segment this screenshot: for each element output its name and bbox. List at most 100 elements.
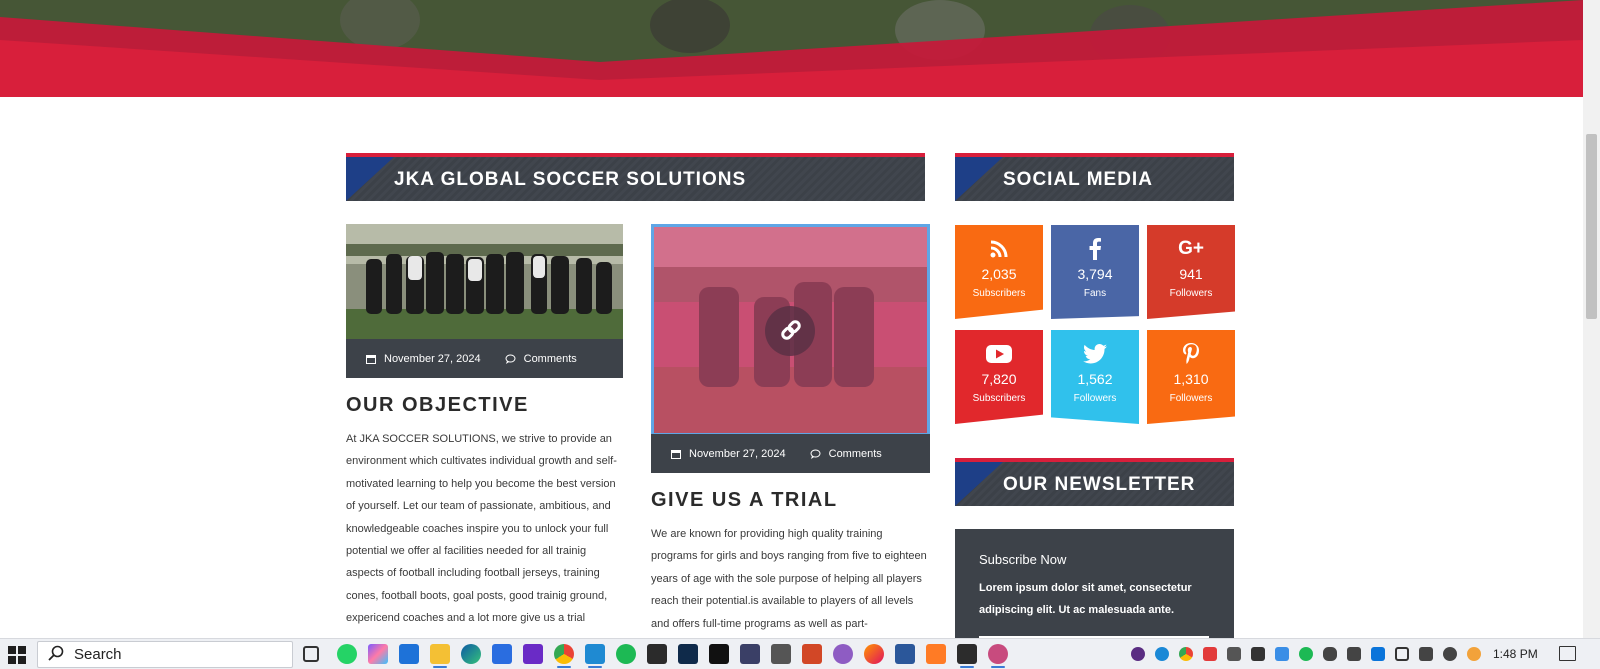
hero-banner [0, 0, 1583, 97]
scrollbar-thumb[interactable] [1586, 134, 1597, 319]
social-label: Followers [1073, 393, 1117, 404]
post-date[interactable]: November 27, 2024 [384, 353, 481, 365]
tray-chrome-icon[interactable] [1179, 647, 1193, 661]
recording-app-icon[interactable] [988, 644, 1008, 668]
post-comments-link[interactable]: Comments [524, 353, 577, 365]
page-scrollbar[interactable] [1583, 0, 1600, 638]
pen-app-icon[interactable] [957, 644, 977, 668]
main-section-header: JKA GLOBAL SOCCER SOLUTIONS [346, 153, 925, 201]
pinterest-icon [1147, 342, 1235, 366]
firefox-icon[interactable] [864, 644, 884, 664]
social-media-header: SOCIAL MEDIA [955, 153, 1234, 201]
tray-phone-icon[interactable] [1347, 647, 1361, 661]
chrome-icon[interactable] [554, 644, 574, 668]
newsletter-header: OUR NEWSLETTER [955, 458, 1234, 506]
media-icon[interactable] [771, 644, 791, 664]
social-count: 2,035 [981, 266, 1017, 282]
netflix-icon[interactable] [709, 644, 729, 664]
store-icon[interactable] [492, 644, 512, 664]
twitter-icon [1051, 342, 1139, 366]
comment-icon [810, 449, 821, 459]
social-count: 1,562 [1077, 371, 1113, 387]
newsletter-text: Lorem ipsum dolor sit amet, consectetur … [979, 582, 1192, 616]
github-icon[interactable] [833, 644, 853, 664]
post-image-1[interactable] [346, 224, 623, 343]
header-accent-triangle [955, 462, 1003, 506]
spotify-icon[interactable] [616, 644, 636, 664]
social-count: 3,794 [1077, 266, 1113, 282]
notification-center-icon[interactable] [1559, 646, 1576, 661]
main-section-title: JKA GLOBAL SOCCER SOLUTIONS [394, 169, 747, 190]
header-accent-triangle [346, 157, 394, 201]
team-huddle-photo [346, 224, 623, 343]
taskbar-clock[interactable]: 1:48 PM [1493, 647, 1538, 661]
file-explorer-icon[interactable] [430, 644, 450, 668]
post-meta-2: November 27, 2024 Comments [651, 434, 930, 473]
newsletter-subtitle: Subscribe Now [979, 552, 1067, 567]
search-placeholder: Search [74, 646, 122, 663]
youtube-icon [955, 342, 1043, 366]
word-icon[interactable] [895, 644, 915, 664]
hero-graphic [0, 0, 1583, 97]
post-image-2[interactable] [651, 224, 930, 436]
social-count: 1,310 [1173, 371, 1209, 387]
social-tile-youtube[interactable]: 7,820 Subscribers [955, 330, 1043, 424]
volume-icon[interactable] [1419, 647, 1433, 661]
task-view-icon[interactable] [303, 646, 319, 662]
language-icon[interactable] [1443, 647, 1457, 661]
tray-app-icon[interactable] [1131, 647, 1145, 661]
newsletter-title: OUR NEWSLETTER [1003, 474, 1196, 495]
mail-icon[interactable] [399, 644, 419, 664]
sublime-icon[interactable] [926, 644, 946, 664]
copilot-icon[interactable] [368, 644, 388, 664]
weather-icon[interactable] [1467, 647, 1481, 661]
vscode-icon[interactable] [585, 644, 605, 668]
header-accent-triangle [955, 157, 1003, 201]
photoshop-icon[interactable] [678, 644, 698, 664]
taskbar-search-box[interactable]: Search [37, 641, 293, 668]
social-tile-rss[interactable]: 2,035 Subscribers [955, 225, 1043, 319]
tray-shield-icon[interactable] [1251, 647, 1265, 661]
search-icon [48, 645, 74, 665]
social-label: Subscribers [972, 288, 1026, 299]
tray-cloud-icon[interactable] [1323, 647, 1337, 661]
social-label: Followers [1169, 393, 1213, 404]
social-tile-facebook[interactable]: 3,794 Fans [1051, 225, 1139, 319]
tray-chart-icon[interactable] [1203, 647, 1217, 661]
post-body-1: At JKA SOCCER SOLUTIONS, we strive to pr… [346, 433, 617, 625]
whatsapp-icon[interactable] [337, 644, 357, 664]
edge-icon[interactable] [461, 644, 481, 664]
powerpoint-icon[interactable] [802, 644, 822, 664]
terminal-icon[interactable] [647, 644, 667, 664]
post-date[interactable]: November 27, 2024 [689, 448, 786, 460]
game-icon[interactable] [740, 644, 760, 664]
facebook-icon [1051, 237, 1139, 261]
post-comments-link[interactable]: Comments [829, 448, 882, 460]
social-label: Followers [1169, 288, 1213, 299]
tray-bluetooth-icon[interactable] [1371, 647, 1385, 661]
social-count: 941 [1179, 266, 1203, 282]
social-tile-twitter[interactable]: 1,562 Followers [1051, 330, 1139, 424]
windows-start-icon[interactable] [8, 646, 26, 664]
calendar-icon [366, 354, 376, 364]
post-title-1[interactable]: OUR OBJECTIVE [346, 394, 529, 417]
social-label: Subscribers [972, 393, 1026, 404]
tray-spotify-icon[interactable] [1299, 647, 1313, 661]
tray-edge-icon[interactable] [1155, 647, 1169, 661]
post-meta-1: November 27, 2024 Comments [346, 339, 623, 378]
social-count: 7,820 [981, 371, 1017, 387]
link-icon[interactable] [778, 317, 804, 343]
tray-network-icon[interactable] [1275, 647, 1289, 661]
comment-icon [505, 354, 516, 364]
social-tile-pinterest[interactable]: 1,310 Followers [1147, 330, 1235, 424]
windows-taskbar: Search 1:48 PM [0, 638, 1600, 669]
battery-icon[interactable] [1395, 647, 1409, 661]
newsletter-box: Subscribe Now Lorem ipsum dolor sit amet… [955, 529, 1234, 638]
app-grid-icon[interactable] [523, 644, 543, 664]
google-plus-icon: G+ [1178, 238, 1204, 259]
social-media-title: SOCIAL MEDIA [1003, 169, 1153, 190]
post-title-2[interactable]: GIVE US A TRIAL [651, 489, 838, 512]
browser-viewport: JKA GLOBAL SOCCER SOLUTIONS November 27,… [0, 0, 1583, 638]
social-tile-google-plus[interactable]: G+ 941 Followers [1147, 225, 1235, 319]
tray-device-icon[interactable] [1227, 647, 1241, 661]
